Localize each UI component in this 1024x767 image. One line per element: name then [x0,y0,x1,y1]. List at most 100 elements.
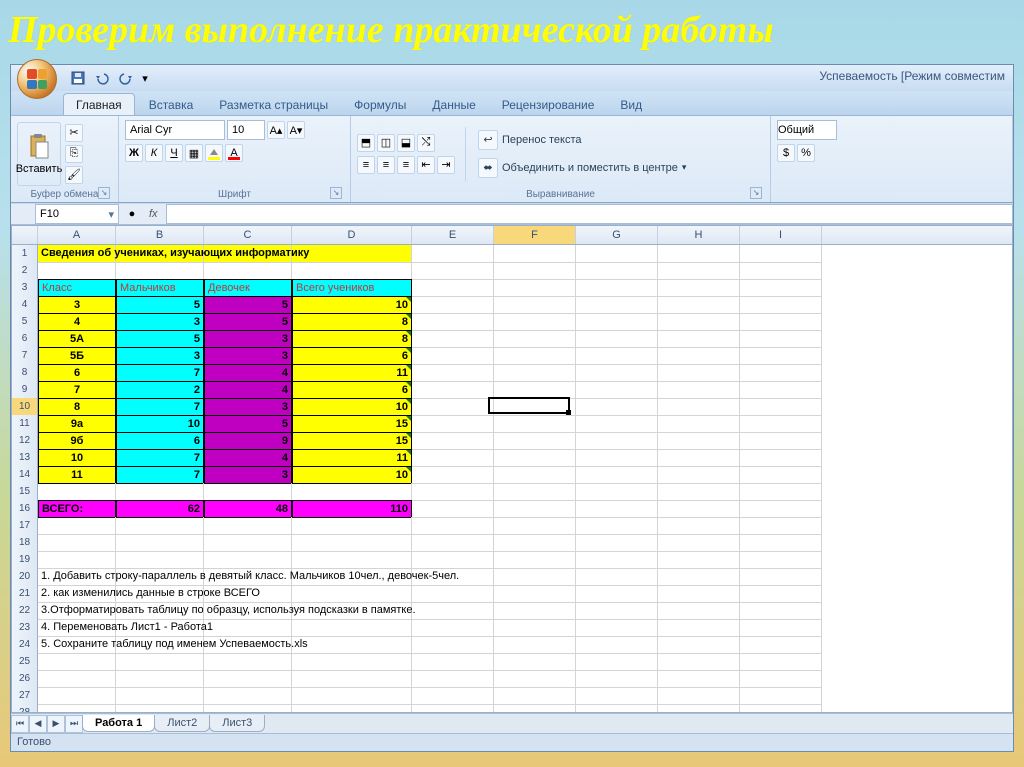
cell[interactable] [494,245,576,263]
cell[interactable] [740,500,822,518]
cell[interactable] [412,296,494,314]
cell[interactable] [740,517,822,535]
cell[interactable] [412,619,494,637]
cell[interactable]: 5 [204,296,292,314]
cell[interactable] [204,687,292,705]
cell[interactable]: 15 [292,415,412,433]
cell[interactable]: 4 [204,364,292,382]
cell[interactable] [412,704,494,713]
sheet-tab-active[interactable]: Работа 1 [82,715,155,732]
currency-icon[interactable]: $ [777,144,795,162]
fill-color-icon[interactable] [205,144,223,162]
cell[interactable] [494,687,576,705]
row-header[interactable]: 13 [12,449,38,467]
cell[interactable] [494,296,576,314]
cell[interactable] [494,704,576,713]
tab-page-layout[interactable]: Разметка страницы [207,94,340,115]
cell[interactable] [576,245,658,263]
cell[interactable] [658,262,740,280]
cell[interactable]: 6 [116,432,204,450]
cell[interactable]: 7 [116,449,204,467]
cell[interactable] [658,653,740,671]
cell[interactable] [494,619,576,637]
cell[interactable]: Девочек [204,279,292,297]
cell[interactable]: 7 [116,364,204,382]
cell[interactable] [658,704,740,713]
format-painter-icon[interactable]: 🖌 [65,166,83,184]
cell[interactable]: 11 [38,466,116,484]
cell[interactable]: 5 [204,415,292,433]
cell[interactable] [292,245,412,263]
save-icon[interactable] [67,67,89,89]
cell[interactable]: 5 [116,330,204,348]
cell[interactable]: 10 [292,466,412,484]
cell[interactable] [292,687,412,705]
cell[interactable]: 3 [204,398,292,416]
cell[interactable] [494,670,576,688]
cell[interactable] [412,534,494,552]
cell[interactable] [658,500,740,518]
cell[interactable]: 3 [116,347,204,365]
cell[interactable] [494,653,576,671]
cell[interactable] [658,619,740,637]
cell[interactable] [412,687,494,705]
cell[interactable] [576,534,658,552]
cell[interactable] [658,432,740,450]
cell[interactable] [494,364,576,382]
row-header[interactable]: 8 [12,364,38,382]
cell[interactable] [292,670,412,688]
column-header[interactable]: D [292,226,412,244]
align-top-icon[interactable]: ⬒ [357,134,375,152]
grow-font-icon[interactable]: A▴ [267,121,285,139]
sheet-nav-first-icon[interactable]: ⏮ [11,715,29,733]
column-header[interactable]: G [576,226,658,244]
cell[interactable]: 10 [292,296,412,314]
cell[interactable] [658,585,740,603]
cell[interactable] [576,500,658,518]
cell[interactable]: 48 [204,500,292,518]
cell[interactable] [494,432,576,450]
cell[interactable] [412,381,494,399]
cell[interactable]: 2 [116,381,204,399]
cell[interactable] [740,568,822,586]
formula-input[interactable] [166,204,1013,224]
row-header[interactable]: 10 [12,398,38,416]
cell[interactable] [576,415,658,433]
row-header[interactable]: 9 [12,381,38,399]
cell[interactable]: 7 [116,398,204,416]
cell[interactable] [658,296,740,314]
cell[interactable] [576,704,658,713]
underline-button[interactable]: Ч [165,144,183,162]
cell[interactable] [740,296,822,314]
cell[interactable]: Мальчиков [116,279,204,297]
cell[interactable] [740,262,822,280]
decrease-indent-icon[interactable]: ⇤ [417,156,435,174]
cell[interactable] [740,347,822,365]
cell[interactable] [576,449,658,467]
cell[interactable] [740,398,822,416]
cell[interactable]: 5Б [38,347,116,365]
cell[interactable] [412,415,494,433]
cell[interactable] [38,262,116,280]
row-header[interactable]: 2 [12,262,38,280]
cell[interactable] [658,636,740,654]
row-header[interactable]: 26 [12,670,38,688]
cell[interactable] [38,670,116,688]
cell[interactable] [412,245,494,263]
cell[interactable] [740,653,822,671]
increase-indent-icon[interactable]: ⇥ [437,156,455,174]
cell[interactable] [576,330,658,348]
cell[interactable] [576,636,658,654]
font-dialog-icon[interactable]: ↘ [330,187,342,199]
cell[interactable] [494,398,576,416]
alignment-dialog-icon[interactable]: ↘ [750,187,762,199]
sheet-nav-prev-icon[interactable]: ◀ [29,715,47,733]
cell[interactable]: 11 [292,449,412,467]
cell[interactable] [740,687,822,705]
row-header[interactable]: 14 [12,466,38,484]
align-left-icon[interactable]: ≡ [357,156,375,174]
cell[interactable]: 1. Добавить строку-параллель в девятый к… [38,568,116,586]
cell[interactable] [116,670,204,688]
row-header[interactable]: 22 [12,602,38,620]
cell[interactable]: 5 [204,313,292,331]
